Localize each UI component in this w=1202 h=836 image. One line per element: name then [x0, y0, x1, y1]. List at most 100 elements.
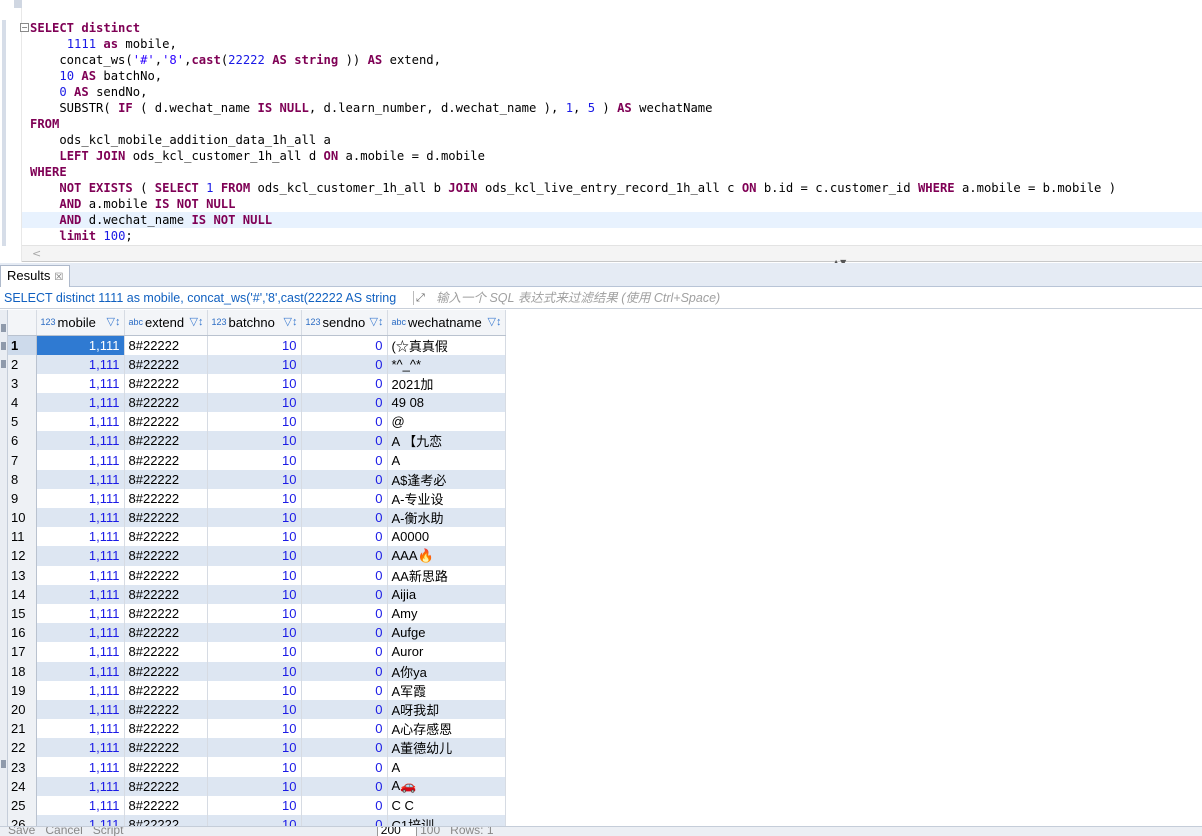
- cell-batchno[interactable]: 10: [207, 584, 302, 604]
- column-header-wechatname[interactable]: abc wechatname ▽↕: [387, 310, 506, 336]
- cell-sendno[interactable]: 0: [301, 412, 388, 432]
- sql-line[interactable]: AND d.wechat_name IS NOT NULL: [22, 212, 1202, 228]
- cell-mobile[interactable]: 1,111: [36, 335, 125, 355]
- cell-wechatname[interactable]: A军霞: [387, 680, 506, 700]
- editor-horizontal-scrollbar[interactable]: <: [22, 245, 1202, 261]
- cell-extend[interactable]: 8#22222: [124, 412, 208, 432]
- table-row[interactable]: 26 1,111 8#22222 10 0 C1培训: [8, 815, 1202, 826]
- cell-sendno[interactable]: 0: [301, 508, 388, 528]
- cell-mobile[interactable]: 1,111: [36, 354, 125, 374]
- cell-sendno[interactable]: 0: [301, 565, 388, 585]
- cell-mobile[interactable]: 1,111: [36, 795, 125, 815]
- sql-line[interactable]: AND a.mobile IS NOT NULL: [22, 196, 1202, 212]
- row-number[interactable]: 16: [8, 623, 37, 643]
- cell-extend[interactable]: 8#22222: [124, 392, 208, 413]
- cell-wechatname[interactable]: 49 08: [387, 392, 506, 413]
- sql-line[interactable]: WHERE: [22, 164, 1202, 180]
- cell-mobile[interactable]: 1,111: [36, 815, 125, 826]
- table-row[interactable]: 1 1,111 8#22222 10 0 (☆真真假: [8, 335, 1202, 355]
- record-view-icon[interactable]: [1, 360, 6, 368]
- cell-wechatname[interactable]: Amy: [387, 603, 506, 624]
- cell-wechatname[interactable]: Aufge: [387, 623, 506, 643]
- sql-line[interactable]: concat_ws('#','8',cast(22222 AS string )…: [22, 52, 1202, 68]
- cell-batchno[interactable]: 10: [207, 373, 302, 393]
- filter-sort-icon[interactable]: ▽↕: [107, 315, 121, 328]
- sql-line[interactable]: LEFT JOIN ods_kcl_customer_1h_all d ON a…: [22, 148, 1202, 164]
- table-row[interactable]: 14 1,111 8#22222 10 0 Aijia: [8, 584, 1202, 604]
- cell-wechatname[interactable]: C C: [387, 795, 506, 815]
- cell-mobile[interactable]: 1,111: [36, 412, 125, 432]
- table-row[interactable]: 11 1,111 8#22222 10 0 A0000: [8, 527, 1202, 547]
- cell-sendno[interactable]: 0: [301, 642, 388, 662]
- cell-mobile[interactable]: 1,111: [36, 392, 125, 413]
- cell-sendno[interactable]: 0: [301, 469, 388, 489]
- fold-toggle-icon[interactable]: −: [20, 23, 29, 32]
- cell-wechatname[interactable]: Aijia: [387, 584, 506, 604]
- table-row[interactable]: 25 1,111 8#22222 10 0 C C: [8, 795, 1202, 815]
- table-row[interactable]: 18 1,111 8#22222 10 0 A你ya: [8, 661, 1202, 681]
- table-row[interactable]: 19 1,111 8#22222 10 0 A军霞: [8, 680, 1202, 700]
- cell-batchno[interactable]: 10: [207, 757, 302, 777]
- sql-line[interactable]: FROM: [22, 116, 1202, 132]
- cell-batchno[interactable]: 10: [207, 565, 302, 585]
- sql-line[interactable]: − SELECT distinct: [20, 20, 1202, 36]
- row-number[interactable]: 24: [8, 776, 37, 796]
- row-number[interactable]: 15: [8, 603, 37, 624]
- row-number[interactable]: 7: [8, 450, 37, 470]
- cell-wechatname[interactable]: A-专业设: [387, 488, 506, 508]
- cell-extend[interactable]: 8#22222: [124, 757, 208, 777]
- cell-mobile[interactable]: 1,111: [36, 738, 125, 758]
- row-number[interactable]: 26: [8, 815, 37, 826]
- cell-batchno[interactable]: 10: [207, 354, 302, 374]
- sql-editor[interactable]: − SELECT distinct 1111 as mobile, concat_…: [0, 0, 1202, 262]
- close-icon[interactable]: ☒: [54, 272, 63, 283]
- cell-mobile[interactable]: 1,111: [36, 719, 125, 739]
- cell-sendno[interactable]: 0: [301, 584, 388, 604]
- row-number[interactable]: 20: [8, 699, 37, 720]
- cell-wechatname[interactable]: A: [387, 450, 506, 470]
- cell-mobile[interactable]: 1,111: [36, 776, 125, 796]
- cell-batchno[interactable]: 10: [207, 795, 302, 815]
- cell-sendno[interactable]: 0: [301, 354, 388, 374]
- cell-sendno[interactable]: 0: [301, 680, 388, 700]
- column-header-sendno[interactable]: 123 sendno ▽↕: [301, 310, 388, 336]
- column-header-batchno[interactable]: 123 batchno ▽↕: [207, 310, 302, 336]
- sql-code[interactable]: − SELECT distinct 1111 as mobile, concat_…: [20, 20, 1202, 244]
- table-row[interactable]: 7 1,111 8#22222 10 0 A: [8, 450, 1202, 470]
- scroll-left-icon[interactable]: <: [32, 247, 41, 260]
- row-number[interactable]: 12: [8, 546, 37, 566]
- cell-mobile[interactable]: 1,111: [36, 623, 125, 643]
- cell-batchno[interactable]: 10: [207, 603, 302, 624]
- cell-sendno[interactable]: 0: [301, 757, 388, 777]
- row-number[interactable]: 21: [8, 719, 37, 739]
- cell-wechatname[interactable]: A心存感恩: [387, 719, 506, 739]
- cell-mobile[interactable]: 1,111: [36, 699, 125, 720]
- row-number[interactable]: 19: [8, 680, 37, 700]
- cell-batchno[interactable]: 10: [207, 469, 302, 489]
- filter-input[interactable]: 输入一个 SQL 表达式来过滤结果 (使用 Ctrl+Space): [436, 288, 720, 308]
- cell-mobile[interactable]: 1,111: [36, 546, 125, 566]
- cell-sendno[interactable]: 0: [301, 527, 388, 547]
- cell-extend[interactable]: 8#22222: [124, 776, 208, 796]
- cell-extend[interactable]: 8#22222: [124, 623, 208, 643]
- cell-mobile[interactable]: 1,111: [36, 603, 125, 624]
- cell-extend[interactable]: 8#22222: [124, 642, 208, 662]
- cell-wechatname[interactable]: AAA🔥: [387, 546, 506, 566]
- cell-wechatname[interactable]: AA新思路: [387, 565, 506, 585]
- cell-batchno[interactable]: 10: [207, 699, 302, 720]
- cell-sendno[interactable]: 0: [301, 719, 388, 739]
- table-row[interactable]: 5 1,111 8#22222 10 0 @: [8, 412, 1202, 432]
- row-number[interactable]: 4: [8, 392, 37, 413]
- table-row[interactable]: 12 1,111 8#22222 10 0 AAA🔥: [8, 546, 1202, 566]
- table-row[interactable]: 3 1,111 8#22222 10 0 2021加: [8, 373, 1202, 393]
- cell-sendno[interactable]: 0: [301, 776, 388, 796]
- cell-extend[interactable]: 8#22222: [124, 508, 208, 528]
- cell-wechatname[interactable]: A-衡水助: [387, 508, 506, 528]
- cell-mobile[interactable]: 1,111: [36, 757, 125, 777]
- row-number[interactable]: 2: [8, 354, 37, 374]
- cell-sendno[interactable]: 0: [301, 623, 388, 643]
- tab-results[interactable]: Results ☒: [0, 265, 71, 287]
- cell-batchno[interactable]: 10: [207, 680, 302, 700]
- cell-sendno[interactable]: 0: [301, 392, 388, 413]
- row-number[interactable]: 23: [8, 757, 37, 777]
